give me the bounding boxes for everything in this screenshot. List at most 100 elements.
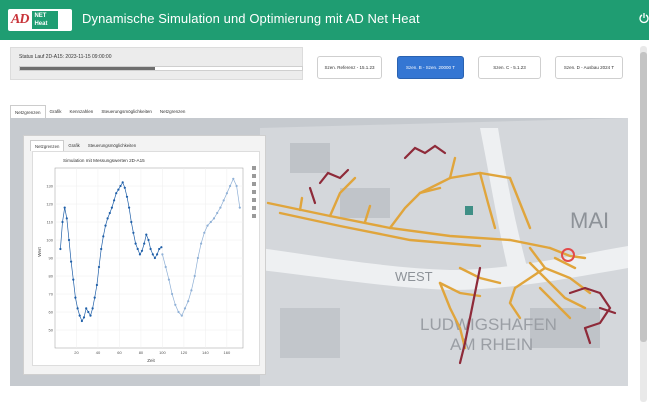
data-point[interactable] — [167, 278, 170, 281]
data-point[interactable] — [130, 220, 133, 224]
scenario-button-1[interactable]: Szen. B - Szen. 20000 T — [397, 56, 464, 79]
pan-icon[interactable] — [252, 182, 256, 186]
scrollbar-thumb[interactable] — [640, 52, 647, 342]
data-point[interactable] — [117, 188, 120, 191]
data-point[interactable] — [161, 253, 164, 256]
data-point[interactable] — [136, 247, 139, 251]
data-point[interactable] — [212, 217, 216, 220]
data-point[interactable] — [91, 307, 94, 310]
data-point[interactable] — [113, 199, 116, 202]
data-point[interactable] — [238, 206, 241, 209]
simulation-chart[interactable]: Simulation mit Messungswerten 2D-A15 Zei… — [33, 152, 261, 367]
data-point[interactable] — [87, 310, 90, 314]
data-point[interactable] — [128, 206, 131, 209]
data-point[interactable] — [149, 247, 152, 251]
data-point[interactable] — [74, 296, 77, 299]
data-point[interactable] — [67, 238, 71, 242]
data-point[interactable] — [108, 211, 111, 215]
data-point[interactable] — [65, 217, 68, 220]
data-point[interactable] — [183, 307, 187, 310]
data-point[interactable] — [70, 260, 73, 263]
zoom-in-icon[interactable] — [252, 190, 256, 194]
data-point[interactable] — [158, 247, 161, 251]
data-point[interactable] — [89, 314, 92, 317]
data-point[interactable] — [174, 303, 177, 306]
plot-panel: Netzgrenzen Grafik Steuerungsmöglichkeit… — [23, 135, 266, 375]
page-title: Dynamische Simulation und Optimierung mi… — [82, 11, 420, 26]
data-point[interactable] — [206, 224, 209, 227]
tab-grafik[interactable]: Grafik — [46, 105, 66, 118]
scenario-button-3[interactable]: Szen. D - Ausbau 2024 T — [555, 56, 623, 79]
data-point[interactable] — [190, 289, 193, 292]
data-point[interactable] — [229, 184, 232, 188]
data-point[interactable] — [171, 292, 174, 296]
tab-netzgrenzen-2[interactable]: Netzgrenzen — [156, 105, 190, 118]
data-point[interactable] — [110, 206, 113, 209]
autoscale-icon[interactable] — [252, 206, 256, 210]
data-point[interactable] — [187, 300, 190, 303]
data-point[interactable] — [76, 307, 79, 310]
page-scrollbar[interactable] — [640, 46, 647, 402]
data-point[interactable] — [93, 296, 96, 299]
data-point[interactable] — [100, 247, 103, 251]
power-icon[interactable] — [639, 12, 649, 28]
data-point[interactable] — [143, 242, 146, 245]
data-point[interactable] — [200, 242, 203, 245]
y-tick-label: 80 — [49, 274, 54, 279]
data-point[interactable] — [132, 231, 135, 234]
tab-kennzahlen[interactable]: Kennzahlen — [66, 105, 98, 118]
data-point[interactable] — [119, 184, 122, 188]
scenario-button-0[interactable]: Szen. Referenz - 15.1.23 — [317, 56, 382, 79]
data-point[interactable] — [177, 310, 180, 314]
reset-axes-icon[interactable] — [252, 214, 256, 218]
data-point[interactable] — [95, 283, 98, 287]
network-node-teal[interactable] — [465, 206, 473, 215]
data-point[interactable] — [97, 265, 101, 269]
data-point[interactable] — [193, 274, 196, 278]
data-point[interactable] — [106, 217, 109, 220]
data-point[interactable] — [222, 199, 225, 202]
tab-steuerung[interactable]: Steuerungsmöglichkeiten — [97, 105, 156, 118]
data-point[interactable] — [196, 256, 199, 260]
data-point[interactable] — [235, 184, 238, 188]
data-point[interactable] — [102, 235, 105, 238]
tab-netzgrenzen[interactable]: Netzgrenzen — [10, 105, 46, 118]
data-point[interactable] — [134, 242, 137, 245]
data-point[interactable] — [153, 256, 156, 260]
plot-tab-grafik[interactable]: Grafik — [64, 140, 83, 151]
data-point[interactable] — [151, 253, 154, 256]
data-point[interactable] — [216, 211, 219, 215]
data-point[interactable] — [219, 206, 222, 209]
data-point[interactable] — [180, 314, 183, 317]
data-point[interactable] — [121, 181, 124, 184]
zoom-icon[interactable] — [252, 174, 256, 178]
data-point[interactable] — [115, 192, 118, 195]
plot-tab-steuerung[interactable]: Steuerungsmöglichkeiten — [84, 140, 140, 151]
data-point[interactable] — [140, 249, 144, 252]
data-point[interactable] — [156, 253, 159, 256]
camera-icon[interactable] — [252, 166, 256, 170]
data-point[interactable] — [209, 220, 212, 224]
data-point[interactable] — [80, 319, 83, 323]
data-point[interactable] — [59, 247, 62, 251]
data-point[interactable] — [104, 224, 107, 227]
data-point[interactable] — [82, 316, 86, 319]
data-point[interactable] — [164, 265, 167, 269]
zoom-out-icon[interactable] — [252, 198, 256, 202]
data-point[interactable] — [203, 231, 206, 234]
data-point[interactable] — [125, 195, 129, 198]
data-point[interactable] — [63, 206, 66, 209]
data-point[interactable] — [85, 307, 88, 310]
data-point[interactable] — [225, 192, 228, 195]
data-point[interactable] — [138, 253, 141, 256]
data-point[interactable] — [123, 186, 126, 189]
plot-tab-netzgrenzen[interactable]: Netzgrenzen — [30, 140, 65, 151]
data-point[interactable] — [147, 238, 150, 242]
data-point[interactable] — [61, 220, 64, 224]
data-point[interactable] — [160, 246, 163, 249]
data-point[interactable] — [72, 278, 75, 281]
data-point[interactable] — [145, 233, 148, 236]
data-point[interactable] — [78, 314, 81, 317]
scenario-button-2[interactable]: Szen. C - 5.1.23 — [478, 56, 541, 79]
data-point[interactable] — [232, 177, 235, 180]
